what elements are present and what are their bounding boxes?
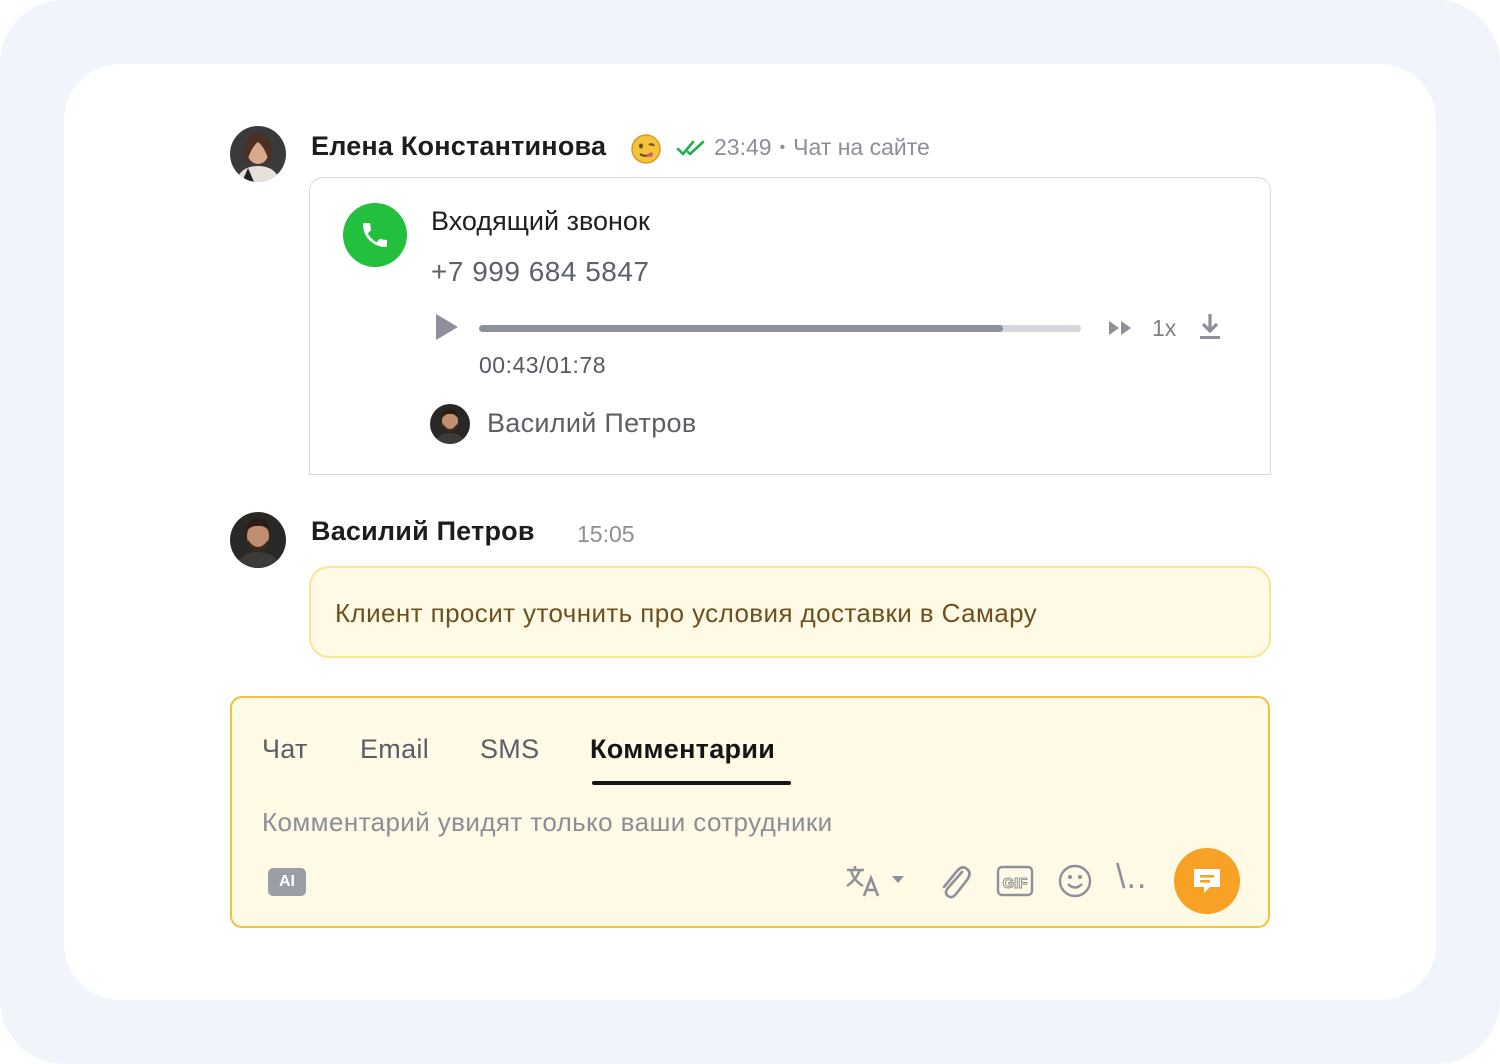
message-time: 15:05	[577, 521, 635, 547]
double-check-icon	[676, 140, 705, 155]
tab-comments[interactable]: Комментарии	[590, 734, 775, 765]
call-title: Входящий звонок	[431, 206, 650, 236]
playback-speed-button[interactable]: 1x	[1152, 315, 1176, 342]
fast-forward-button[interactable]	[1107, 317, 1135, 339]
ai-button[interactable]: AI	[268, 868, 306, 896]
fast-forward-icon	[1109, 321, 1131, 335]
gif-button[interactable]: GIF	[996, 864, 1034, 903]
audio-progress-bar[interactable]	[479, 325, 1081, 332]
avatar[interactable]	[230, 126, 286, 182]
message-composer: Чат Email SMS Комментарии AI GIF \..	[230, 696, 1270, 928]
tab-chat[interactable]: Чат	[262, 734, 308, 765]
download-button[interactable]	[1198, 312, 1222, 342]
emoji-icon	[630, 133, 662, 170]
tab-email[interactable]: Email	[360, 734, 429, 765]
svg-text:GIF: GIF	[1003, 875, 1028, 892]
attach-button[interactable]	[936, 862, 972, 907]
comment-input[interactable]	[262, 802, 1222, 842]
play-icon	[436, 314, 458, 340]
active-tab-indicator	[592, 781, 791, 785]
download-icon	[1200, 314, 1220, 339]
message-author: Василий Петров	[311, 516, 535, 546]
call-card: Входящий звонок +7 999 684 5847 1x 00:43…	[309, 177, 1271, 475]
emoji-button[interactable]	[1056, 862, 1094, 905]
audio-time: 00:43/01:78	[479, 352, 607, 378]
snippets-button[interactable]: \..	[1116, 858, 1147, 897]
audio-progress-fill	[479, 325, 1003, 332]
avatar-female	[230, 126, 286, 182]
message-time: 23:49	[714, 134, 772, 160]
message-channel: Чат на сайте	[793, 134, 930, 160]
note-text: Клиент просит уточнить про условия доста…	[335, 598, 1038, 628]
avatar-male	[430, 404, 470, 444]
smile-icon	[1058, 864, 1092, 898]
avatar[interactable]	[230, 512, 286, 568]
internal-note: Клиент просит уточнить про условия доста…	[309, 566, 1271, 658]
gif-icon: GIF	[996, 865, 1034, 897]
send-comment-icon	[1194, 869, 1220, 893]
call-operator-name: Василий Петров	[487, 408, 697, 438]
attach-icon	[942, 866, 971, 899]
play-button[interactable]	[433, 312, 461, 342]
avatar	[430, 404, 470, 444]
avatar-male	[230, 512, 286, 568]
translate-button[interactable]	[844, 862, 910, 907]
message-meta: 23:49 • Чат на сайте	[676, 134, 930, 161]
call-phone-number[interactable]: +7 999 684 5847	[431, 256, 649, 288]
send-comment-button[interactable]	[1174, 848, 1240, 914]
phone-icon	[343, 203, 407, 267]
translate-icon	[846, 866, 904, 897]
message-author: Елена Константинова	[311, 131, 607, 161]
chevron-down-icon	[892, 876, 904, 883]
meta-separator: •	[779, 138, 786, 156]
tab-sms[interactable]: SMS	[480, 734, 539, 765]
